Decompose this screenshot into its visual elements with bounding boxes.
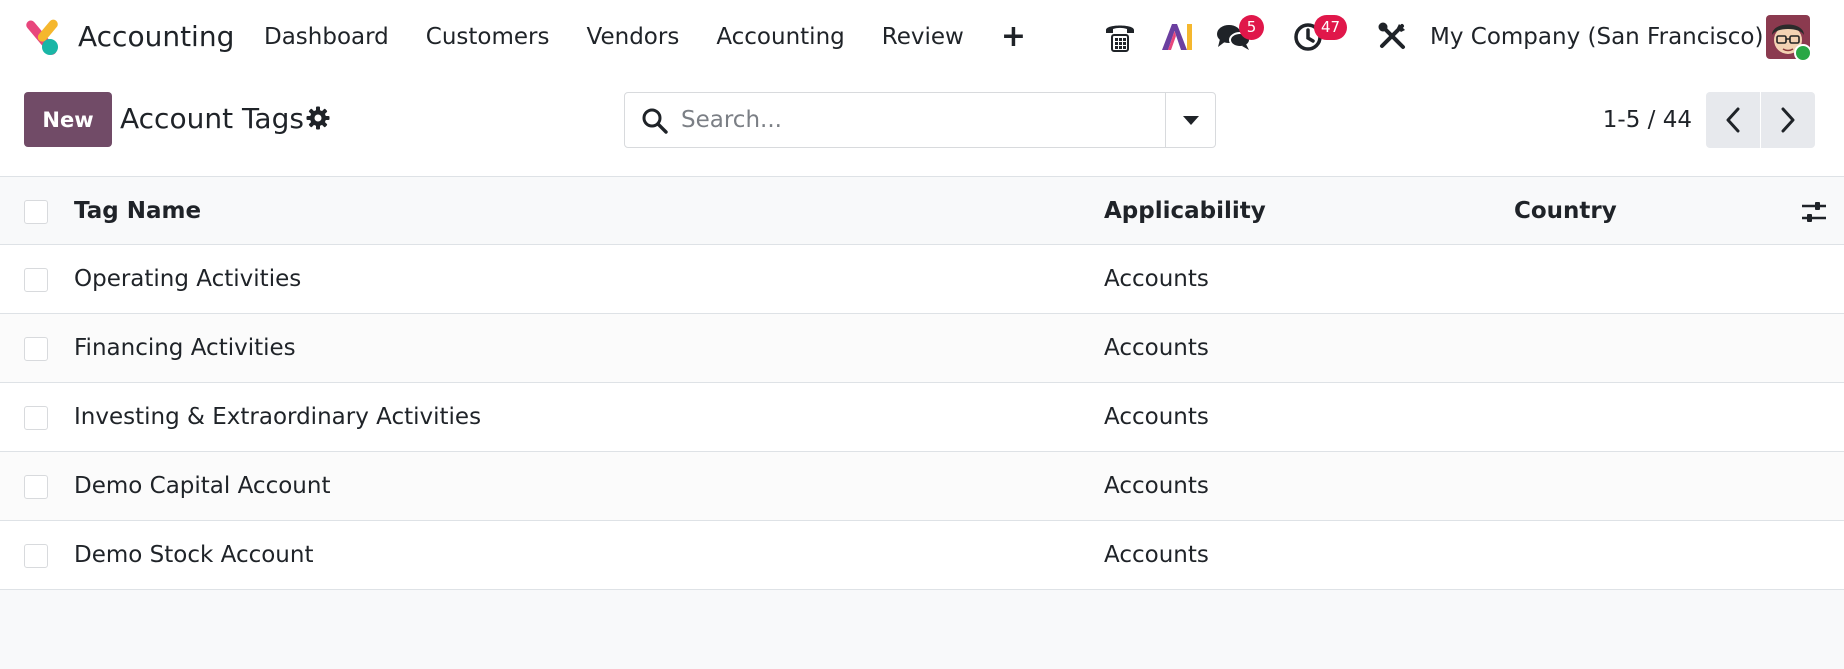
row-checkbox[interactable] [24,475,48,499]
row-checkbox[interactable] [24,406,48,430]
column-settings-icon[interactable] [1800,198,1828,226]
row-checkbox[interactable] [24,544,48,568]
gear-icon[interactable] [306,106,330,130]
table-row[interactable]: Operating Activities Accounts [0,245,1844,314]
table-header: Tag Name Applicability Country [0,177,1844,245]
cell-tag-name: Demo Capital Account [74,473,331,499]
top-navbar: Accounting Dashboard Customers Vendors A… [0,0,1844,74]
caret-down-icon [1183,116,1199,125]
activities-count-badge: 47 [1314,15,1348,40]
chevron-right-icon [1781,107,1795,133]
messages-count-badge: 5 [1239,15,1264,40]
table-row[interactable]: Demo Stock Account Accounts [0,521,1844,590]
menu-customers[interactable]: Customers [426,18,550,56]
cell-tag-name: Financing Activities [74,335,296,361]
online-status-icon [1794,44,1812,62]
column-header-applicability[interactable]: Applicability [1104,177,1266,244]
select-all-checkbox[interactable] [24,200,48,224]
column-header-tag-name[interactable]: Tag Name [74,177,201,244]
ai-icon[interactable] [1158,18,1196,56]
account-tags-table: Tag Name Applicability Country Operating… [0,177,1844,590]
cell-applicability: Accounts [1104,473,1209,499]
pager-next-button[interactable] [1761,92,1815,148]
search-icon [641,107,669,135]
search-options-toggle[interactable] [1165,93,1216,147]
cell-applicability: Accounts [1104,335,1209,361]
menu-accounting[interactable]: Accounting [716,18,844,56]
menu-review[interactable]: Review [882,18,964,56]
accounting-logo-icon[interactable] [22,19,60,57]
cell-applicability: Accounts [1104,542,1209,568]
new-button[interactable]: New [24,92,112,147]
column-header-country[interactable]: Country [1514,177,1617,244]
tools-icon[interactable] [1375,18,1409,56]
table-row[interactable]: Investing & Extraordinary Activities Acc… [0,383,1844,452]
cell-tag-name: Investing & Extraordinary Activities [74,404,482,430]
menu-plus-icon[interactable]: + [1001,18,1026,56]
search-input[interactable] [681,101,1151,139]
company-switcher[interactable]: My Company (San Francisco) [1430,18,1763,56]
phone-icon[interactable] [1100,18,1140,56]
cell-tag-name: Demo Stock Account [74,542,314,568]
pager-previous-button[interactable] [1706,92,1760,148]
control-panel: New Account Tags Search... 1-5 / 44 [0,74,1844,177]
menu-dashboard[interactable]: Dashboard [264,18,389,56]
app-name[interactable]: Accounting [78,18,234,56]
menu-vendors[interactable]: Vendors [587,18,680,56]
pager-value[interactable]: 1-5 / 44 [1560,104,1692,136]
table-row[interactable]: Demo Capital Account Accounts [0,452,1844,521]
cell-applicability: Accounts [1104,266,1209,292]
main-menu: Dashboard Customers Vendors Accounting R… [264,18,1026,56]
row-checkbox[interactable] [24,337,48,361]
page-title: Account Tags [120,102,304,135]
search-bar [624,92,1216,148]
table-row[interactable]: Financing Activities Accounts [0,314,1844,383]
row-checkbox[interactable] [24,268,48,292]
chevron-left-icon [1726,107,1740,133]
cell-applicability: Accounts [1104,404,1209,430]
cell-tag-name: Operating Activities [74,266,302,292]
